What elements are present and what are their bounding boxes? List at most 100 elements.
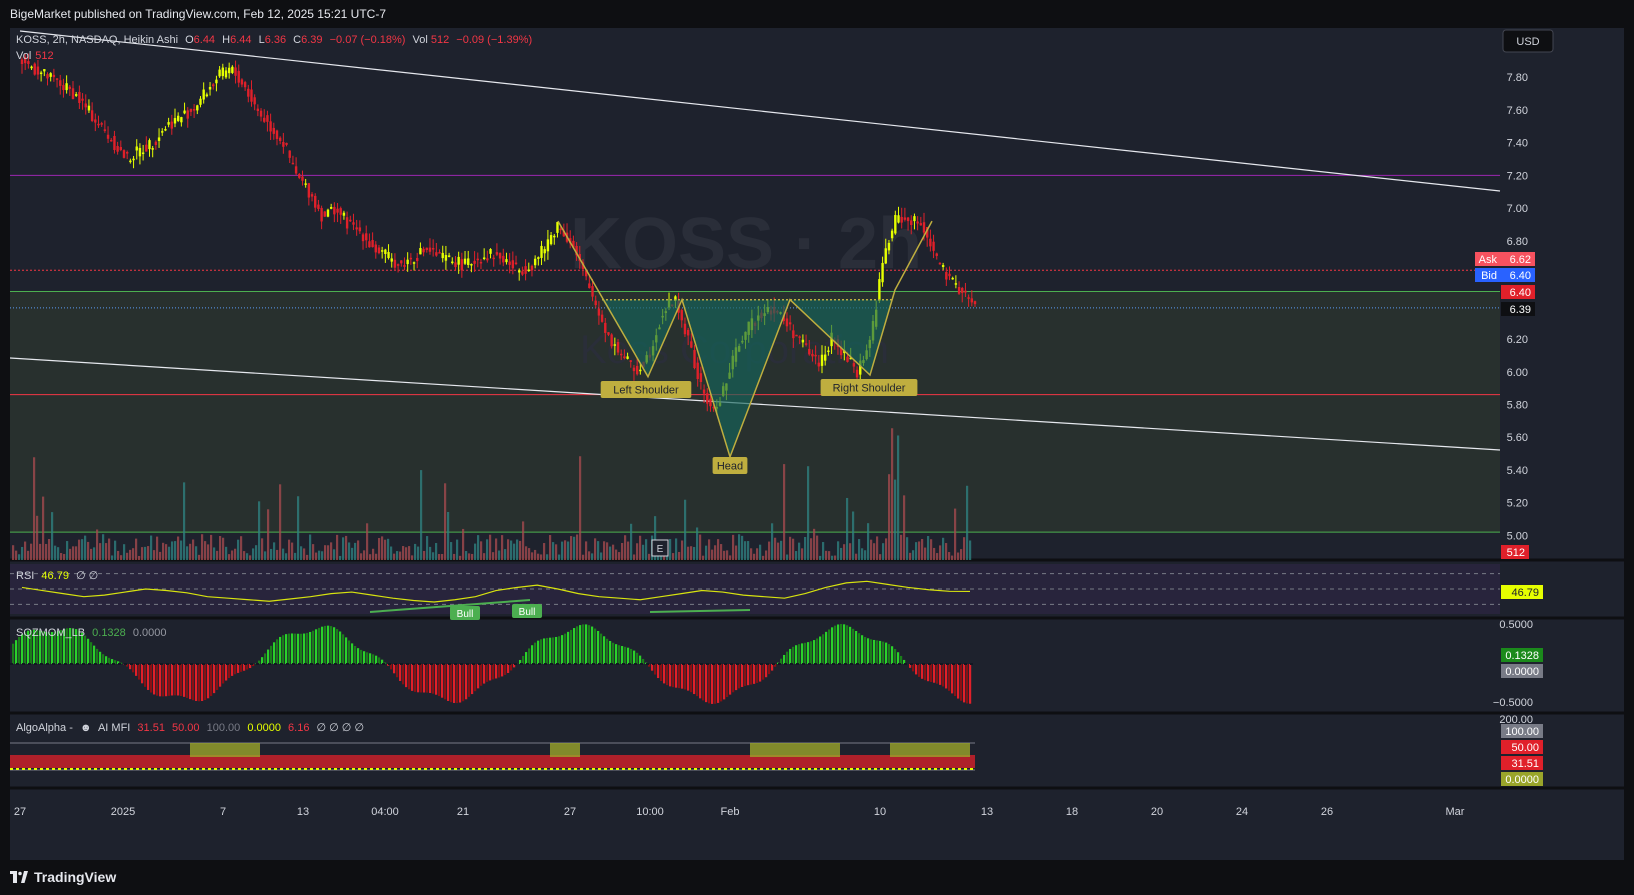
candle-body [447, 255, 451, 257]
mfi-value-3: 100.00 [206, 722, 241, 734]
candle-body [878, 279, 881, 301]
candle-body [263, 117, 266, 122]
left-shoulder-label-text: Left Shoulder [613, 385, 679, 397]
volume-bar [822, 542, 825, 560]
candle-body [457, 256, 460, 265]
sqz-histogram-bar [702, 664, 705, 701]
volume-bar [276, 549, 279, 560]
volume-bar [903, 495, 906, 560]
right-shoulder-label-text: Right Shoulder [833, 383, 906, 395]
volume-bar [159, 551, 162, 560]
volume-badge-text: 512 [1507, 547, 1525, 559]
candle-body [508, 261, 511, 265]
candle-body [553, 235, 556, 238]
last-price-badge: 6.40 [1501, 285, 1535, 299]
volume-bar [834, 555, 837, 560]
volume-bar [486, 539, 489, 560]
sqz-histogram-bar [939, 664, 942, 685]
x-tick-label: 10:00 [636, 806, 664, 818]
sqz-histogram-bar [960, 664, 963, 701]
symbol-info: KOSS, 2h, NASDAQ, Heikin Ashi [16, 34, 179, 46]
candle-body [202, 89, 205, 100]
volume-bar [375, 553, 378, 560]
sqz-histogram-bar [798, 644, 801, 664]
sqz-histogram-bar [918, 664, 921, 677]
candle-body [470, 264, 473, 266]
candle-body [431, 248, 435, 250]
volume-bar [423, 550, 426, 560]
candle-body [307, 183, 311, 198]
sqz-histogram-bar [933, 664, 936, 683]
candle-body [94, 119, 97, 123]
main-legend: KOSS, 2h, NASDAQ, Heikin Ashi O6.44 H6.4… [16, 34, 536, 46]
candle-body [690, 341, 693, 348]
x-tick-label: Mar [1446, 806, 1465, 818]
sqz-value-1: 0.1328 [92, 627, 126, 639]
volume-bar [831, 555, 834, 560]
sqz-badge-1: 0.1328 [1501, 648, 1543, 662]
volume-bar [591, 553, 594, 560]
chart-canvas[interactable]: KOSS · 2hKoss CorporationLeft ShoulderHe… [9, 28, 1624, 860]
candle-body [533, 258, 537, 266]
volume-bar [669, 539, 672, 560]
mfi-label: AlgoAlpha - [16, 722, 73, 734]
chart-area[interactable]: KOSS · 2h Koss Corporation Left Shoulder He… [9, 28, 1624, 860]
candle-body [693, 350, 696, 369]
sqz-histogram-bar [150, 664, 153, 693]
volume-bar [315, 552, 318, 560]
volume-bar [927, 536, 930, 560]
candle-body [59, 80, 62, 86]
candle-body [380, 250, 384, 252]
sqz-histogram-bar [633, 650, 636, 664]
sqz-histogram-bar [282, 635, 285, 664]
current-price-badge-text: 6.39 [1510, 304, 1531, 316]
candle-body [498, 252, 502, 259]
volume-bar [84, 535, 87, 560]
volume-bar [297, 496, 300, 560]
candle-body [393, 259, 397, 268]
candle-body [310, 194, 314, 197]
volume-bar [474, 543, 477, 560]
candle-body [180, 117, 183, 123]
sqz-histogram-bar [102, 654, 105, 664]
candle-body [285, 142, 288, 145]
candle-body [355, 227, 358, 230]
sqz-histogram-bar [663, 664, 666, 684]
volume-bar [54, 545, 57, 560]
candle-body [626, 356, 629, 359]
sqz-badge-2-text: 0.0000 [1505, 666, 1539, 678]
sqz-histogram-bar [567, 631, 570, 664]
mfi-badge-2: 50.00 [1501, 740, 1543, 754]
x-tick-label: 13 [981, 806, 993, 818]
x-tick-label: 10 [874, 806, 886, 818]
volume-bar [351, 547, 354, 560]
candle-body [294, 166, 298, 174]
y-tick-label: 6.80 [1507, 236, 1528, 248]
candle-body [514, 262, 518, 265]
candle-body [492, 257, 495, 260]
sqz-histogram-bar [135, 664, 138, 676]
volume-bar [90, 548, 93, 560]
volume-bar [714, 545, 717, 560]
candle-body [686, 329, 690, 336]
candle-body [425, 247, 428, 250]
sqz-histogram-bar [402, 664, 405, 685]
sqz-histogram-bar [138, 664, 141, 680]
sqz-histogram-bar [822, 634, 825, 664]
volume-bar [858, 539, 861, 560]
volume-bar [510, 540, 513, 560]
volume-bar [645, 539, 648, 560]
volume-bar [477, 535, 480, 560]
candle-body [326, 209, 330, 217]
volume-bar [228, 554, 231, 560]
sqz-histogram-bar [897, 652, 900, 664]
head-label: Head [712, 457, 748, 474]
candle-body [173, 118, 177, 124]
candle-body [887, 242, 891, 251]
candle-body [87, 105, 91, 111]
volume-bar [267, 509, 270, 560]
candle-body [365, 233, 368, 241]
volume-bar [75, 546, 78, 560]
x-tick-label: 27 [564, 806, 576, 818]
sqz-histogram-bar [600, 633, 603, 664]
